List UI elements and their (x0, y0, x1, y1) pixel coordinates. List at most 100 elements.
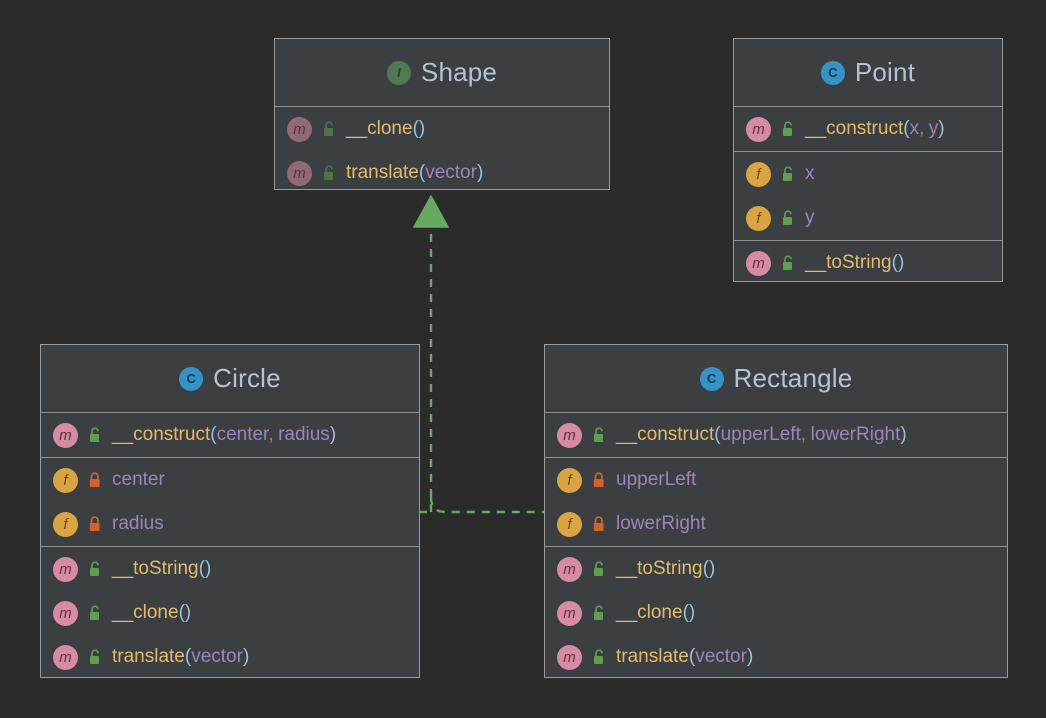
member-row[interactable]: f y (734, 196, 1002, 240)
member-row[interactable]: m __clone() (41, 591, 419, 635)
member-label: __clone() (112, 602, 192, 623)
class-badge-icon: C (820, 60, 845, 85)
class-box-circle[interactable]: C Circle m __construct(center, radius) f (40, 344, 420, 678)
member-row[interactable]: m translate(vector) (41, 635, 419, 679)
open-lock-icon (90, 561, 99, 576)
member-label: x (805, 163, 815, 184)
class-section-fields: f upperLeft f lowerRight (545, 458, 1007, 547)
class-header-rectangle: C Rectangle (545, 345, 1007, 413)
member-label: lowerRight (616, 513, 706, 534)
member-label: y (805, 207, 815, 228)
class-section-methods: m __clone() m translate(vector) (275, 107, 609, 195)
class-title: Circle (213, 363, 281, 393)
member-label: __construct(upperLeft, lowerRight) (616, 424, 907, 445)
open-lock-icon (90, 605, 99, 620)
field-badge-icon: f (53, 511, 78, 537)
interface-badge-icon: I (386, 60, 411, 85)
method-badge-icon: m (53, 600, 78, 626)
method-badge-icon: m (287, 160, 312, 186)
class-section-constructor: m __construct(center, radius) (41, 413, 419, 458)
class-section-methods: m __toString() (734, 241, 1002, 285)
method-badge-icon: m (53, 422, 78, 448)
open-lock-icon (324, 165, 333, 180)
class-title: Rectangle (733, 363, 853, 393)
method-badge-icon: m (557, 422, 582, 448)
class-box-shape[interactable]: I Shape m __clone() m translate(vector) (274, 38, 610, 190)
member-row[interactable]: m __construct(upperLeft, lowerRight) (545, 413, 1007, 457)
open-lock-icon (594, 605, 603, 620)
open-lock-icon (594, 427, 603, 442)
member-label: center (112, 469, 165, 490)
member-label: translate(vector) (112, 646, 250, 667)
method-badge-icon: m (746, 250, 771, 276)
realization-arrowhead (413, 195, 449, 228)
class-header-point: C Point (734, 39, 1002, 107)
member-row[interactable]: m __clone() (275, 107, 609, 151)
open-lock-icon (324, 121, 333, 136)
method-badge-icon: m (557, 600, 582, 626)
method-badge-icon: m (53, 556, 78, 582)
member-label: upperLeft (616, 469, 697, 490)
open-lock-icon (594, 561, 603, 576)
member-label: __toString() (805, 252, 905, 273)
member-row[interactable]: m __toString() (734, 241, 1002, 285)
class-box-rectangle[interactable]: C Rectangle m __construct(upperLeft, low… (544, 344, 1008, 678)
open-lock-icon (783, 210, 792, 225)
member-row[interactable]: f center (41, 458, 419, 502)
class-section-constructor: m __construct(upperLeft, lowerRight) (545, 413, 1007, 458)
member-row[interactable]: f upperLeft (545, 458, 1007, 502)
open-lock-icon (783, 255, 792, 270)
member-label: __clone() (616, 602, 696, 623)
member-row[interactable]: m __toString() (545, 547, 1007, 591)
class-section-fields: f center f radius (41, 458, 419, 547)
method-badge-icon: m (746, 116, 771, 142)
diagram-canvas: I Shape m __clone() m translate(vector) (0, 0, 1046, 718)
class-header-circle: C Circle (41, 345, 419, 413)
open-lock-icon (783, 121, 792, 136)
member-label: translate(vector) (346, 162, 484, 183)
member-label: __construct(x, y) (805, 118, 945, 139)
class-title: Shape (420, 57, 498, 87)
class-section-methods: m __toString() m __clone() m translate(v… (545, 547, 1007, 679)
open-lock-icon (594, 649, 603, 664)
open-lock-icon (783, 166, 792, 181)
class-section-methods: m __toString() m __clone() m translate(v… (41, 547, 419, 679)
closed-lock-icon (89, 472, 100, 487)
method-badge-icon: m (557, 644, 582, 670)
member-row[interactable]: m translate(vector) (545, 635, 1007, 679)
class-section-constructor: m __construct(x, y) (734, 107, 1002, 152)
member-label: __clone() (346, 118, 426, 139)
method-badge-icon: m (53, 644, 78, 670)
member-row[interactable]: m translate(vector) (275, 151, 609, 195)
member-label: radius (112, 513, 164, 534)
closed-lock-icon (593, 472, 604, 487)
member-label: __construct(center, radius) (112, 424, 337, 445)
open-lock-icon (90, 427, 99, 442)
class-box-point[interactable]: C Point m __construct(x, y) f x f y m __… (733, 38, 1003, 282)
class-section-fields: f x f y (734, 152, 1002, 241)
field-badge-icon: f (746, 205, 771, 231)
class-badge-icon: C (699, 366, 724, 391)
closed-lock-icon (89, 516, 100, 531)
field-badge-icon: f (53, 467, 78, 493)
member-row[interactable]: f radius (41, 502, 419, 546)
field-badge-icon: f (557, 467, 582, 493)
open-lock-icon (90, 649, 99, 664)
member-label: translate(vector) (616, 646, 754, 667)
member-row[interactable]: m __clone() (545, 591, 1007, 635)
realization-elbow (429, 496, 544, 514)
class-header-shape: I Shape (275, 39, 609, 107)
member-label: __toString() (112, 558, 212, 579)
closed-lock-icon (593, 516, 604, 531)
member-label: __toString() (616, 558, 716, 579)
class-badge-icon: C (179, 366, 204, 391)
member-row[interactable]: m __toString() (41, 547, 419, 591)
member-row[interactable]: f x (734, 152, 1002, 196)
method-badge-icon: m (287, 116, 312, 142)
member-row[interactable]: m __construct(x, y) (734, 107, 1002, 151)
class-title: Point (854, 57, 916, 87)
member-row[interactable]: m __construct(center, radius) (41, 413, 419, 457)
method-badge-icon: m (557, 556, 582, 582)
field-badge-icon: f (557, 511, 582, 537)
member-row[interactable]: f lowerRight (545, 502, 1007, 546)
